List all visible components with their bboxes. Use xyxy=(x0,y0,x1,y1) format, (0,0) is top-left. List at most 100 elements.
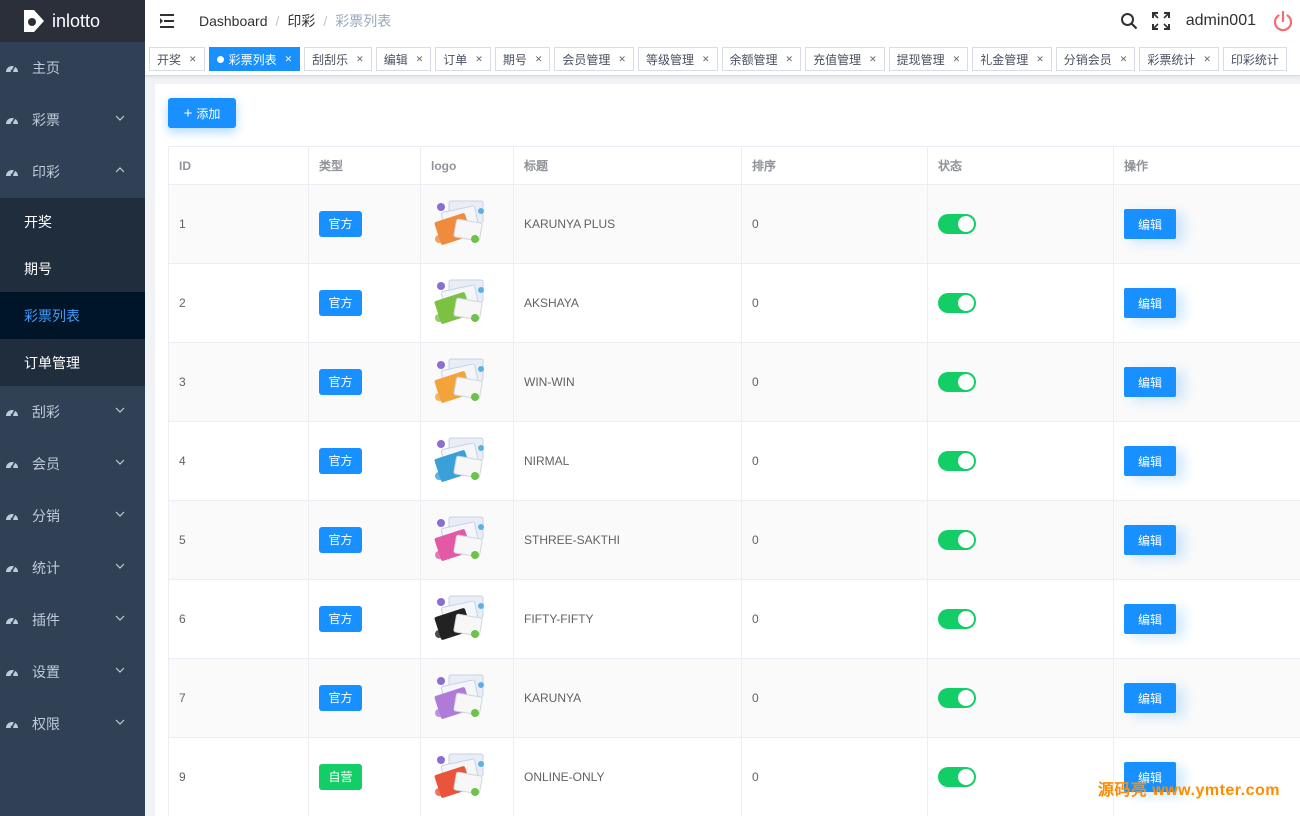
tab-tag[interactable]: 等级管理 ✕ xyxy=(637,47,718,71)
sidebar-subitem[interactable]: 开奖 xyxy=(0,198,145,245)
column-header-status[interactable]: 状态 xyxy=(927,146,1114,185)
tab-tag[interactable]: 刮刮乐 ✕ xyxy=(304,47,372,71)
sidebar-item-label: 权限 xyxy=(32,716,60,732)
status-toggle[interactable] xyxy=(938,451,976,471)
tab-tag[interactable]: 礼金管理 ✕ xyxy=(972,47,1052,71)
column-header-title[interactable]: 标题 xyxy=(513,146,742,185)
close-icon[interactable]: ✕ xyxy=(702,54,710,65)
close-icon[interactable]: ✕ xyxy=(189,54,197,65)
add-button[interactable]: + 添加 xyxy=(168,98,236,128)
edit-button[interactable]: 编辑 xyxy=(1124,604,1176,634)
cell-sort: 0 xyxy=(741,579,928,659)
tab-tag[interactable]: 订单 ✕ xyxy=(435,47,491,71)
sidebar-item[interactable]: 权限 xyxy=(0,698,145,750)
cell-logo xyxy=(420,737,514,816)
edit-button[interactable]: 编辑 xyxy=(1124,525,1176,555)
sidebar-item-label: 会员 xyxy=(32,456,60,472)
close-icon[interactable]: ✕ xyxy=(786,54,794,65)
column-header-sort[interactable]: 排序 xyxy=(741,146,928,185)
power-icon[interactable] xyxy=(1272,10,1294,32)
fullscreen-icon[interactable] xyxy=(1151,12,1170,30)
chevron-down-icon xyxy=(115,667,125,673)
edit-button[interactable]: 编辑 xyxy=(1124,683,1176,713)
sidebar-item[interactable]: 彩票 xyxy=(0,94,145,146)
search-icon[interactable] xyxy=(1120,12,1138,30)
column-header-id[interactable]: ID xyxy=(168,146,309,185)
sidebar-subitem[interactable]: 订单管理 xyxy=(0,339,145,386)
sidebar-item[interactable]: 设置 xyxy=(0,646,145,698)
status-toggle[interactable] xyxy=(938,688,976,708)
hamburger-icon[interactable] xyxy=(160,14,176,28)
tab-tag[interactable]: 编辑 ✕ xyxy=(375,47,432,71)
header-actions: admin001 xyxy=(1120,0,1300,42)
sidebar-item[interactable]: 插件 xyxy=(0,594,145,646)
close-icon[interactable]: ✕ xyxy=(475,54,483,65)
breadcrumb: Dashboard / 印彩 / 彩票列表 xyxy=(199,11,391,31)
sidebar-item[interactable]: 统计 xyxy=(0,542,145,594)
dashboard-icon xyxy=(6,461,18,469)
edit-button[interactable]: 编辑 xyxy=(1124,367,1176,397)
tag-label: 订单 xyxy=(443,52,468,67)
sidebar-item[interactable]: 主页 xyxy=(0,42,145,94)
tab-tag[interactable]: 分销会员 ✕ xyxy=(1055,47,1136,71)
chevron-down-icon xyxy=(115,407,125,413)
app-logo[interactable]: inlotto xyxy=(0,0,145,42)
status-toggle[interactable] xyxy=(938,214,976,234)
breadcrumb-dashboard[interactable]: Dashboard xyxy=(199,13,268,29)
close-icon[interactable]: ✕ xyxy=(869,54,877,65)
cell-sort: 0 xyxy=(741,421,928,501)
plus-icon: + xyxy=(183,104,193,122)
column-header-actions[interactable]: 操作 xyxy=(1113,146,1300,185)
edit-button[interactable]: 编辑 xyxy=(1124,209,1176,239)
table-row: 1 官方 KARUNYA PLUS 0 编辑 xyxy=(168,184,1300,264)
close-icon[interactable]: ✕ xyxy=(1036,54,1044,65)
status-toggle[interactable] xyxy=(938,609,976,629)
tab-tag[interactable]: 余额管理 ✕ xyxy=(721,47,802,71)
close-icon[interactable]: ✕ xyxy=(618,54,626,65)
tab-tag[interactable]: 彩票统计 ✕ xyxy=(1139,47,1219,71)
chevron-down-icon xyxy=(115,115,125,121)
close-icon[interactable]: ✕ xyxy=(535,54,543,65)
tab-tag[interactable]: 期号 ✕ xyxy=(494,47,551,71)
sidebar-item[interactable]: 会员 xyxy=(0,438,145,490)
tab-tag[interactable]: 充值管理 ✕ xyxy=(805,47,885,71)
sidebar-subitem[interactable]: 彩票列表 xyxy=(0,292,145,339)
sidebar-item-label: 印彩 xyxy=(32,164,60,180)
cell-sort: 0 xyxy=(741,184,928,264)
tab-tag[interactable]: 彩票列表 ✕ xyxy=(208,47,301,71)
cell-title: NIRMAL xyxy=(513,421,742,501)
chevron-down-icon xyxy=(115,719,125,725)
status-toggle[interactable] xyxy=(938,530,976,550)
tag-label: 余额管理 xyxy=(729,52,778,67)
status-toggle[interactable] xyxy=(938,293,976,313)
cell-id: 5 xyxy=(168,500,309,580)
close-icon[interactable]: ✕ xyxy=(1120,54,1128,65)
close-icon[interactable]: ✕ xyxy=(1203,54,1211,65)
tab-tag[interactable]: 会员管理 ✕ xyxy=(554,47,634,71)
column-header-logo[interactable]: logo xyxy=(420,146,514,185)
close-icon[interactable]: ✕ xyxy=(953,54,961,65)
cell-actions: 编辑 xyxy=(1113,421,1300,501)
sidebar-subitem[interactable]: 期号 xyxy=(0,245,145,292)
sidebar-item[interactable]: 印彩 xyxy=(0,146,145,198)
edit-button[interactable]: 编辑 xyxy=(1124,446,1176,476)
type-badge: 官方 xyxy=(319,448,362,474)
tab-tag[interactable]: 开奖 ✕ xyxy=(149,47,205,71)
close-icon[interactable]: ✕ xyxy=(356,54,364,65)
tag-label: 刮刮乐 xyxy=(312,52,349,67)
tab-tag[interactable]: 印彩统计 xyxy=(1222,47,1287,71)
close-icon[interactable]: ✕ xyxy=(285,54,293,65)
column-header-type[interactable]: 类型 xyxy=(308,146,421,185)
status-toggle[interactable] xyxy=(938,767,976,787)
close-icon[interactable]: ✕ xyxy=(416,54,424,65)
username[interactable]: admin001 xyxy=(1186,12,1256,30)
cell-actions: 编辑 xyxy=(1113,500,1300,580)
tab-tag[interactable]: 提现管理 ✕ xyxy=(888,47,969,71)
cell-logo xyxy=(420,342,514,422)
cell-actions: 编辑 xyxy=(1113,658,1300,738)
status-toggle[interactable] xyxy=(938,372,976,392)
edit-button[interactable]: 编辑 xyxy=(1124,288,1176,318)
breadcrumb-section[interactable]: 印彩 xyxy=(287,11,315,31)
sidebar-item[interactable]: 分销 xyxy=(0,490,145,542)
sidebar-item[interactable]: 刮彩 xyxy=(0,386,145,438)
